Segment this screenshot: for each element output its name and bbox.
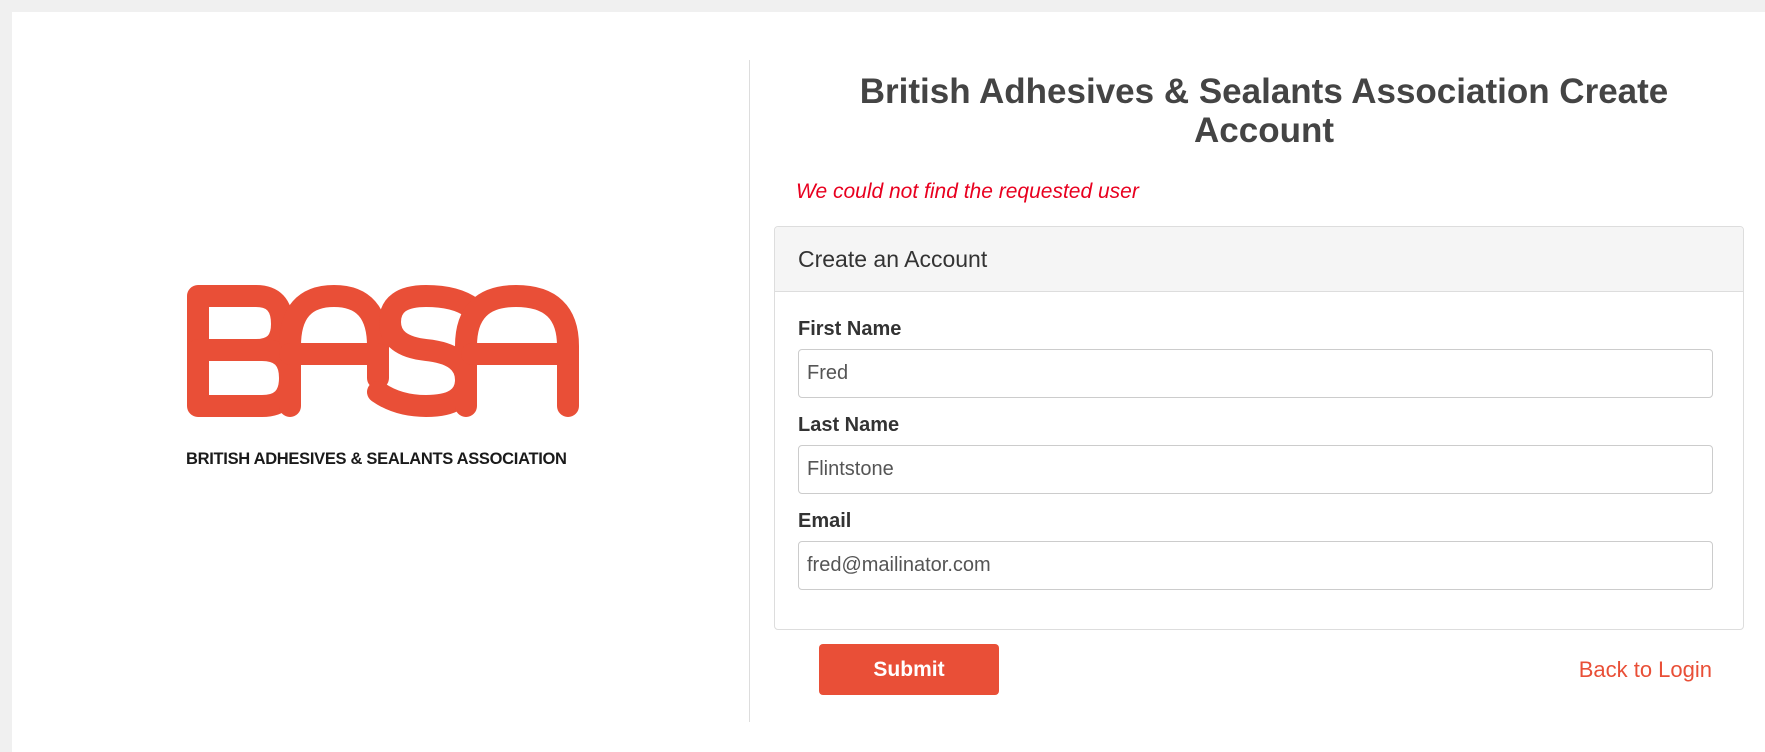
first-name-input[interactable] bbox=[798, 349, 1713, 398]
email-input[interactable] bbox=[798, 541, 1713, 590]
vertical-divider bbox=[749, 60, 750, 722]
back-to-login-link[interactable]: Back to Login bbox=[1579, 657, 1712, 683]
last-name-input[interactable] bbox=[798, 445, 1713, 494]
form-actions: Submit Back to Login bbox=[774, 644, 1742, 696]
logo-tagline: BRITISH ADHESIVES & SEALANTS ASSOCIATION bbox=[186, 450, 567, 468]
first-name-label: First Name bbox=[798, 318, 902, 340]
card-header: Create an Account bbox=[775, 227, 1743, 292]
error-message: We could not find the requested user bbox=[796, 180, 1139, 203]
basa-logo-graphic bbox=[187, 285, 579, 417]
create-account-panel: British Adhesives & Sealants Association… bbox=[774, 60, 1754, 695]
page-title: British Adhesives & Sealants Association… bbox=[859, 72, 1669, 150]
page-frame: BRITISH ADHESIVES & SEALANTS ASSOCIATION… bbox=[12, 12, 1765, 752]
brand-panel: BRITISH ADHESIVES & SEALANTS ASSOCIATION bbox=[12, 12, 748, 752]
basa-logo: BRITISH ADHESIVES & SEALANTS ASSOCIATION bbox=[186, 282, 586, 482]
submit-button[interactable]: Submit bbox=[819, 644, 999, 695]
email-label: Email bbox=[798, 510, 852, 532]
last-name-label: Last Name bbox=[798, 414, 900, 436]
create-account-card: Create an Account First Name Last Name E… bbox=[774, 226, 1744, 630]
